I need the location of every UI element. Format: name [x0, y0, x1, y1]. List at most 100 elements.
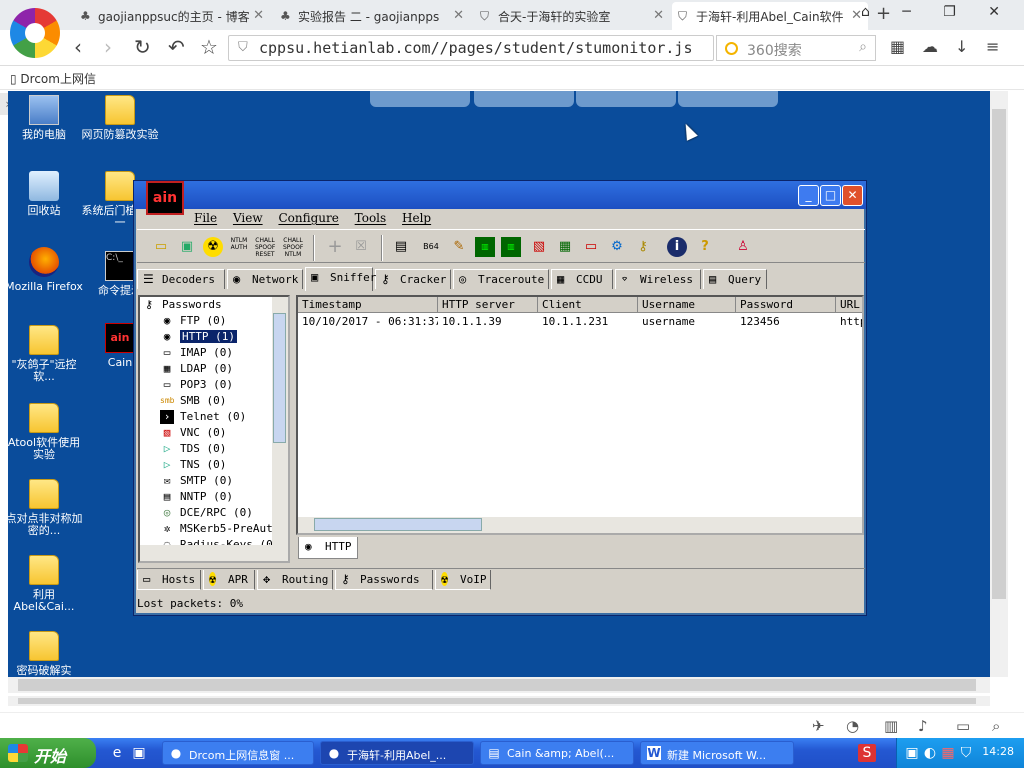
taskbar-item[interactable]: ▤ Cain &amp; Abel(... — [480, 741, 634, 765]
shield-tray-icon[interactable]: ⛉ — [957, 744, 975, 762]
tab-query[interactable]: ▤ Query — [703, 269, 767, 289]
tab-ccdu[interactable]: ▦ CCDU — [551, 269, 613, 289]
star-icon[interactable]: ☆ — [200, 36, 218, 58]
cain-tray-icon[interactable]: ▦ — [939, 744, 957, 762]
cain-title-bar[interactable]: _ □ ✕ — [134, 181, 866, 209]
vertical-scrollbar[interactable] — [990, 91, 1008, 677]
search-icon[interactable]: ⌕ — [859, 39, 867, 55]
menu-view[interactable]: View — [233, 211, 263, 225]
tab-traceroute[interactable]: ◎ Traceroute — [453, 269, 549, 289]
minimize-button[interactable]: _ — [798, 185, 819, 206]
scrollbar-thumb[interactable] — [273, 313, 286, 443]
menu-file[interactable]: File — [194, 211, 217, 225]
user-icon[interactable]: ♙ — [733, 237, 753, 257]
table-cell[interactable]: 10.1.1.231 — [538, 315, 638, 329]
browser-tab[interactable]: ♣ 实验报告 二 - gaojianpps ✕ — [274, 2, 470, 30]
tab-routing[interactable]: ✥ Routing — [257, 570, 333, 590]
desktop-icon-recycle-bin[interactable]: 回收站 — [8, 171, 84, 217]
table-cell[interactable]: username — [638, 315, 736, 329]
desktop-icon-folder[interactable]: 点对点非对称加密的... — [8, 479, 84, 537]
show-desktop-icon[interactable]: ▣ — [130, 744, 148, 762]
desktop-icon-folder[interactable]: 网页防篡改实验 — [80, 95, 160, 141]
window-icon[interactable]: ▭ — [956, 717, 970, 735]
key-icon[interactable]: ⚷ — [633, 237, 653, 257]
toolbar-button[interactable] — [678, 91, 778, 107]
close-button[interactable]: ✕ — [842, 185, 863, 206]
menu-icon[interactable]: ≡ — [986, 36, 999, 58]
start-sniffer-icon[interactable]: ▣ — [177, 237, 197, 257]
help-icon[interactable]: ? — [695, 237, 715, 257]
open-folder-icon[interactable]: ▭ — [151, 237, 171, 257]
tree-horizontal-scrollbar[interactable] — [140, 545, 288, 561]
scrollbar-thumb[interactable] — [314, 518, 482, 531]
bookmark-item[interactable]: Drcom上网信 — [20, 72, 96, 86]
scrollbar-thumb[interactable] — [992, 109, 1006, 599]
zoom-icon[interactable]: ⌕ — [992, 717, 1000, 735]
tab-cracker[interactable]: ⚷ Cracker — [375, 269, 451, 289]
address-bar[interactable]: ⛉ cppsu.hetianlab.com//pages/student/stu… — [228, 35, 714, 61]
wrench-icon[interactable]: ✎ — [449, 237, 469, 257]
wpa-icon[interactable]: ▥ — [501, 237, 521, 257]
tab-hosts[interactable]: ▭ Hosts — [137, 570, 201, 590]
table-horizontal-scrollbar[interactable] — [298, 517, 862, 533]
tab-voip[interactable]: ☢ VoIP — [435, 570, 491, 590]
undo-icon[interactable]: ↶ — [168, 36, 185, 58]
horizontal-scrollbar[interactable] — [8, 677, 990, 693]
desktop-icon-folder[interactable]: 利用Abel&Cai... — [8, 555, 84, 613]
tab-decoders[interactable]: ☰ Decoders — [137, 269, 225, 289]
table-cell[interactable]: 10/10/2017 - 06:31:37 — [298, 315, 438, 329]
apps-icon[interactable]: ▦ — [890, 36, 905, 58]
start-button[interactable]: 开始 — [0, 738, 96, 768]
ntlm-auth-icon[interactable]: NTLM AUTH — [229, 237, 249, 257]
desktop-icon-folder[interactable]: 密码破解实 — [8, 631, 84, 677]
add-icon[interactable]: + — [325, 237, 345, 257]
tab-passwords[interactable]: ⚷ Passwords — [335, 570, 433, 590]
rc-icon[interactable]: ▧ — [529, 237, 549, 257]
tab-sniffer[interactable]: ▣ Sniffer — [305, 267, 376, 291]
forward-icon[interactable]: › — [104, 36, 112, 58]
column-header-username[interactable]: Username — [638, 297, 736, 313]
window-controls[interactable]: ⌂ ─ ❐ ✕ — [861, 4, 1014, 20]
scrollbar-thumb[interactable] — [18, 698, 976, 704]
reload-icon[interactable]: ↻ — [134, 36, 151, 58]
browser-tab[interactable]: ♣ gaojianppsuc的主页 - 博客 ✕ — [74, 2, 270, 30]
dictionary-icon[interactable]: ▤ — [391, 237, 411, 257]
calc-icon[interactable]: ▦ — [555, 237, 575, 257]
column-header-client[interactable]: Client — [538, 297, 638, 313]
desktop-icon-my-computer[interactable]: 我的电脑 — [8, 95, 84, 141]
taskbar-item[interactable]: ● Drcom上网信息窗 ... — [162, 741, 314, 765]
speed-icon[interactable]: ◔ — [846, 717, 859, 735]
volume-tray-icon[interactable]: ◐ — [921, 744, 939, 762]
scrollbar-thumb[interactable] — [18, 679, 976, 691]
menu-help[interactable]: Help — [402, 211, 431, 225]
tab-apr[interactable]: ☢ APR — [203, 570, 255, 590]
desktop-icon-firefox[interactable]: Mozilla Firefox — [8, 247, 84, 293]
maximize-button[interactable]: □ — [820, 185, 841, 206]
pin-icon[interactable]: ✈ — [812, 717, 825, 735]
network-tray-icon[interactable]: ▣ — [903, 744, 921, 762]
apr-radiation-icon[interactable]: ☢ — [203, 237, 223, 257]
close-icon[interactable]: ✕ — [253, 8, 264, 23]
desktop-icon-folder[interactable]: "灰鸽子"远控软... — [8, 325, 84, 383]
network-icon[interactable]: ⚙ — [607, 237, 627, 257]
app-s-icon[interactable]: S — [858, 744, 876, 762]
base64-icon[interactable]: B64 — [421, 237, 441, 257]
cloud-icon[interactable]: ☁ — [922, 36, 938, 58]
close-icon[interactable]: ✕ — [653, 8, 664, 23]
download-icon[interactable]: ↓ — [955, 36, 968, 58]
table-cell[interactable]: 10.1.1.39 — [438, 315, 538, 329]
browser-tab-active[interactable]: ⛉ 于海轩-利用Abel_Cain软件 ✕ — [672, 2, 868, 30]
browser-tab[interactable]: ⛉ 合天-于海轩的实验室 ✕ — [474, 2, 670, 30]
table-cell[interactable]: http — [836, 315, 862, 329]
horizontal-scrollbar[interactable] — [8, 696, 990, 706]
card-icon[interactable]: ▭ — [581, 237, 601, 257]
column-header-url[interactable]: URL — [836, 297, 862, 313]
info-icon[interactable]: i — [667, 237, 687, 257]
remove-icon[interactable]: ☒ — [351, 237, 371, 257]
column-header-timestamp[interactable]: Timestamp — [298, 297, 438, 313]
sub-tab-http[interactable]: ◉ HTTP — [298, 537, 358, 559]
taskbar-item-active[interactable]: ● 于海轩-利用Abel_... — [320, 741, 474, 765]
volume-icon[interactable]: ♪ — [918, 717, 928, 735]
chall-spoof-reset-icon[interactable]: CHALL SPOOF RESET — [255, 237, 275, 258]
column-header-http-server[interactable]: HTTP server — [438, 297, 538, 313]
